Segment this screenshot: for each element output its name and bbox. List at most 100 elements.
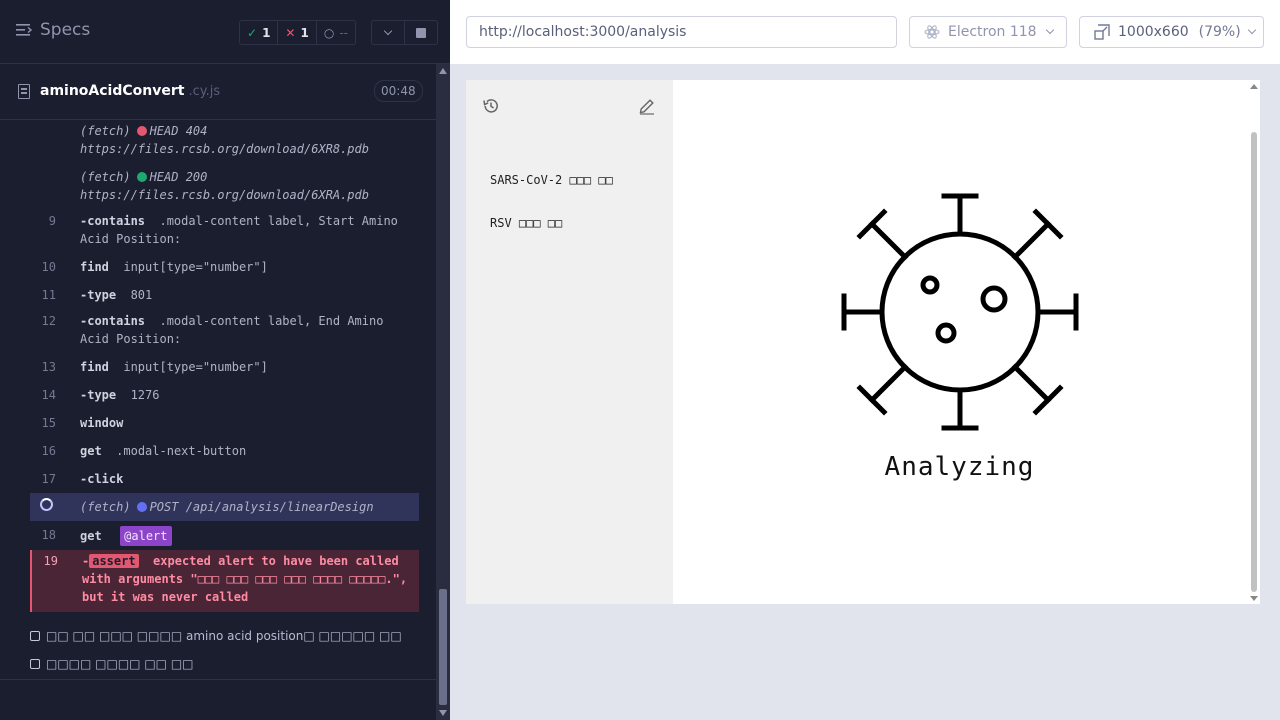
file-icon xyxy=(18,84,30,99)
assert-badge: assert xyxy=(89,554,139,568)
chevron-down-icon xyxy=(1247,25,1256,35)
passed-count: 1 xyxy=(262,25,271,40)
spec-file-header[interactable]: aminoAcidConvert .cy.js 00:48 xyxy=(0,65,436,120)
command-row[interactable]: 13 find input[type="number"] xyxy=(30,358,419,382)
failed-stat: ✕ 1 xyxy=(277,21,315,44)
command-name: -click xyxy=(80,472,124,486)
command-row[interactable]: 14 -type 1276 xyxy=(30,386,419,410)
stop-icon xyxy=(416,27,426,38)
command-row[interactable]: 9 -contains .modal-content label, Start … xyxy=(30,212,419,254)
fetch-label: (fetch) xyxy=(80,170,131,184)
command-row[interactable]: 16 get .modal-next-button xyxy=(30,442,419,466)
failed-command-row[interactable]: 19 - assert expected alert to have been c… xyxy=(30,550,419,612)
check-icon: ✓ xyxy=(247,25,258,40)
spinner-icon: ○ xyxy=(323,25,335,40)
command-number: 11 xyxy=(41,288,56,302)
divider xyxy=(0,679,436,680)
command-row[interactable]: 10 find input[type="number"] xyxy=(30,258,419,282)
spinner-icon xyxy=(40,498,53,511)
command-name: get xyxy=(80,444,102,458)
command-row[interactable]: 11 -type 801 xyxy=(30,286,419,310)
status-dot-icon xyxy=(136,502,147,512)
pending-command-row[interactable]: (fetch) POST /api/analysis/linearDesign xyxy=(30,493,419,521)
scroll-down-icon[interactable] xyxy=(1250,596,1258,601)
command-number: 10 xyxy=(41,260,56,274)
viewport-select[interactable]: 1000x660 (79%) xyxy=(1079,16,1264,48)
collapse-button[interactable] xyxy=(371,20,405,45)
analyzing-status: Analyzing xyxy=(884,452,1035,482)
checkbox-icon xyxy=(30,659,40,669)
command-name: -type xyxy=(80,388,117,402)
command-number: 12 xyxy=(41,314,56,328)
fetch-method: POST /api/analysis/linearDesign xyxy=(149,500,374,514)
virus-item-sars-cov-2[interactable]: SARS-CoV-2 □□□ □□ xyxy=(490,173,613,187)
command-arg: 801 xyxy=(130,288,153,302)
reporter-header: Specs ✓ 1 ✕ 1 ○ -- xyxy=(0,0,450,64)
url-bar[interactable]: http://localhost:3000/analysis xyxy=(466,16,897,48)
scroll-thumb[interactable] xyxy=(439,589,447,705)
command-row[interactable]: 15 window xyxy=(30,414,419,438)
command-number: 14 xyxy=(41,388,56,402)
command-arg: input[type="number"] xyxy=(123,360,268,374)
scroll-up-icon[interactable] xyxy=(1250,84,1258,89)
viewport-size: 1000x660 xyxy=(1118,24,1189,40)
fetch-url: https://files.rcsb.org/download/6XRA.pdb xyxy=(80,188,369,202)
command-name: find xyxy=(80,360,109,374)
viewport-scale: (79%) xyxy=(1198,24,1241,40)
aut-frame: SARS-CoV-2 □□□ □□ RSV □□□ □□ Analyzing xyxy=(466,80,1260,604)
browser-icon xyxy=(924,25,940,39)
command-log: (fetch) HEAD 404 https://files.rcsb.org/do… xyxy=(30,120,419,612)
reporter-panel: Specs ✓ 1 ✕ 1 ○ -- aminoAcidConvert .cy.… xyxy=(0,0,450,720)
scroll-up-icon[interactable] xyxy=(439,68,447,74)
command-name: window xyxy=(80,416,124,430)
command-row[interactable]: 12 -contains .modal-content label, End A… xyxy=(30,312,419,354)
specs-label: Specs xyxy=(40,20,91,40)
history-icon[interactable] xyxy=(482,97,500,115)
command-row[interactable]: 17 -click xyxy=(30,470,419,494)
spec-file-basename: aminoAcidConvert xyxy=(40,83,185,99)
chevron-down-icon xyxy=(1045,25,1054,35)
command-name: -contains xyxy=(80,314,146,328)
command-row[interactable]: (fetch) HEAD 404 https://files.rcsb.org/do… xyxy=(30,120,419,166)
aut-header: http://localhost:3000/analysis Electron … xyxy=(450,0,1280,64)
command-number: 19 xyxy=(43,554,58,568)
command-number: 9 xyxy=(48,214,56,228)
aut-scrollbar[interactable] xyxy=(1248,80,1260,604)
pending-count: -- xyxy=(339,25,348,40)
edit-icon[interactable] xyxy=(638,97,656,115)
command-name: -type xyxy=(80,288,117,302)
spec-file-ext: .cy.js xyxy=(188,84,221,99)
command-arg: .modal-next-button xyxy=(116,444,247,458)
stop-button[interactable] xyxy=(404,20,438,45)
command-number: 17 xyxy=(41,472,56,486)
virus-item-rsv[interactable]: RSV □□□ □□ xyxy=(490,216,562,230)
command-number: 16 xyxy=(41,444,56,458)
fetch-method: HEAD 200 xyxy=(149,170,208,184)
command-name: get xyxy=(80,529,102,543)
spec-file-name: aminoAcidConvert .cy.js xyxy=(40,83,220,99)
scroll-thumb[interactable] xyxy=(1251,132,1257,592)
command-row[interactable]: (fetch) HEAD 200 https://files.rcsb.org/do… xyxy=(30,166,419,212)
app-sidebar: SARS-CoV-2 □□□ □□ RSV □□□ □□ xyxy=(466,80,673,604)
duration-badge: 00:48 xyxy=(374,80,423,102)
status-dot-icon xyxy=(136,126,147,136)
fetch-label: (fetch) xyxy=(80,500,131,514)
command-arg: 1276 xyxy=(130,388,160,402)
test-title: □□□□ □□□□ □□ □□ xyxy=(46,657,194,671)
virus-icon xyxy=(841,193,1079,431)
x-icon: ✕ xyxy=(285,25,296,40)
scroll-down-icon[interactable] xyxy=(439,710,447,716)
browser-select[interactable]: Electron 118 xyxy=(909,16,1067,48)
command-row[interactable]: 18 get @alert xyxy=(30,524,419,550)
status-dot-icon xyxy=(136,172,147,182)
command-number: 15 xyxy=(41,416,56,430)
fetch-url: https://files.rcsb.org/download/6XR8.pdb xyxy=(80,142,369,156)
specs-toggle-button[interactable]: Specs xyxy=(16,20,90,40)
test-item[interactable]: □□□□ □□□□ □□ □□ xyxy=(30,657,194,671)
checkbox-icon xyxy=(30,631,40,641)
viewport-icon xyxy=(1094,24,1110,40)
command-arg: input[type="number"] xyxy=(123,260,268,274)
command-number: 13 xyxy=(41,360,56,374)
test-item[interactable]: □□ □□ □□□ □□□□ amino acid position□ □□□□… xyxy=(30,629,402,643)
reporter-scrollbar[interactable] xyxy=(436,64,450,720)
